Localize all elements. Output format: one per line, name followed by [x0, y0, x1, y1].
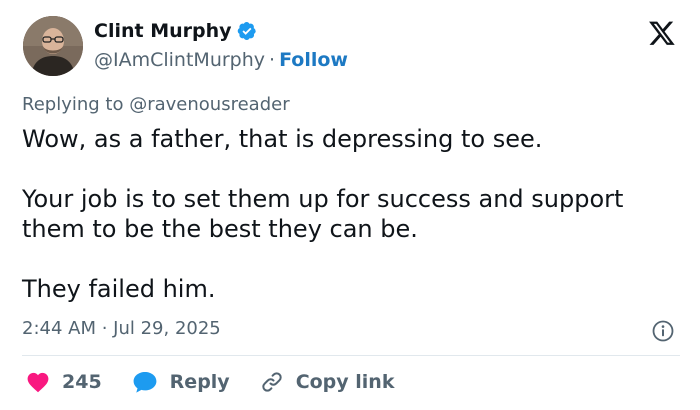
- tweet-text: Wow, as a father, that is depressing to …: [22, 124, 682, 304]
- copy-link-button[interactable]: Copy link: [260, 370, 395, 394]
- reply-button[interactable]: Reply: [132, 370, 230, 394]
- author-name-row: Clint Murphy: [94, 20, 257, 42]
- tweet-paragraph: Your job is to set them up for success a…: [22, 185, 624, 243]
- x-logo-icon[interactable]: [648, 19, 676, 47]
- info-icon[interactable]: [652, 320, 674, 342]
- follow-button[interactable]: Follow: [279, 49, 348, 71]
- divider: [22, 355, 680, 356]
- like-count: 245: [62, 371, 102, 393]
- link-icon: [262, 372, 282, 392]
- replying-to-mention[interactable]: @ravenousreader: [129, 94, 289, 115]
- author-handle-row: @IAmClintMurphy · Follow: [94, 49, 348, 71]
- replying-to: Replying to @ravenousreader: [22, 94, 290, 115]
- reply-label: Reply: [169, 371, 230, 393]
- avatar-image: [23, 16, 83, 76]
- action-bar: 245 Reply Copy link: [26, 370, 424, 394]
- heart-icon: [27, 372, 49, 393]
- author-display-name[interactable]: Clint Murphy: [94, 20, 232, 42]
- author-handle[interactable]: @IAmClintMurphy: [94, 49, 265, 71]
- tweet-card: Clint Murphy @IAmClintMurphy · Follow Repl…: [0, 0, 700, 410]
- replying-to-label: Replying to: [22, 94, 124, 115]
- speech-bubble-icon: [133, 372, 157, 393]
- tweet-timestamp[interactable]: 2:44 AM · Jul 29, 2025: [22, 318, 221, 339]
- tweet-paragraph: Wow, as a father, that is depressing to …: [22, 125, 543, 153]
- separator-dot: ·: [269, 49, 276, 71]
- avatar[interactable]: [23, 16, 83, 76]
- copy-link-label: Copy link: [295, 371, 395, 393]
- verified-badge-icon: [237, 21, 257, 41]
- tweet-paragraph: They failed him.: [22, 275, 216, 303]
- like-button[interactable]: 245: [26, 371, 102, 393]
